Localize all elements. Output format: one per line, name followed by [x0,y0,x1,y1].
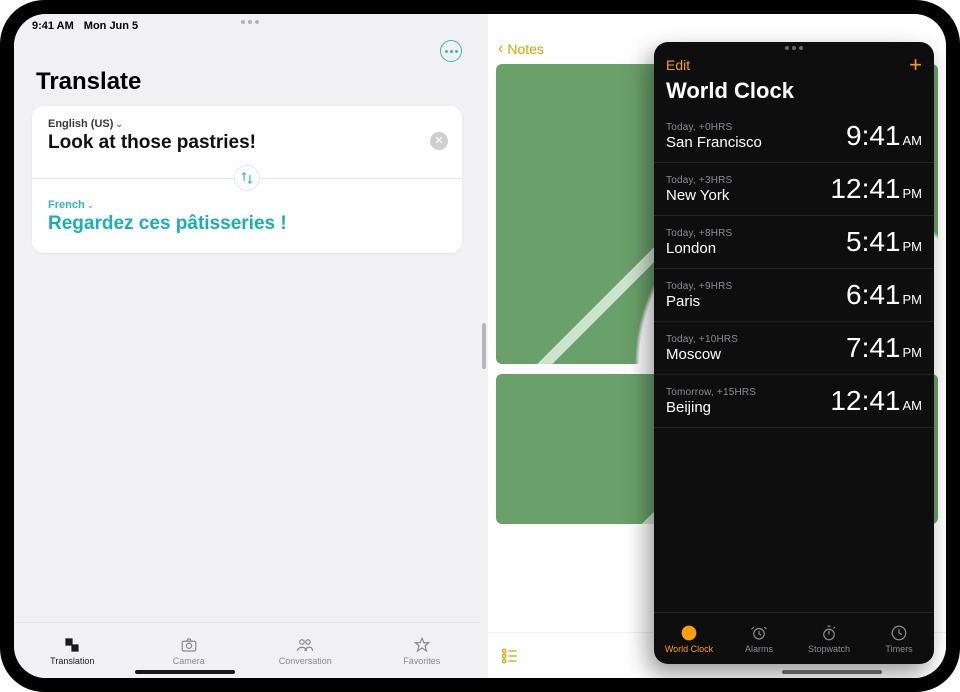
screen: 9:41 AM Mon Jun 5 100% Translate English… [14,14,946,678]
clock-ampm: PM [903,292,923,307]
page-title: Translate [14,62,480,106]
translation-card: English (US) ⌄ Look at those pastries! ✕… [32,106,462,253]
add-clock-button[interactable]: + [909,54,922,76]
clock-ampm: PM [903,345,923,360]
clock-offset: Today, +9HRS [666,281,732,292]
clock-offset: Tomorrow, +15HRS [666,387,756,398]
world-clock-row[interactable]: Today, +0HRSSan Francisco 9:41AM [654,110,934,163]
status-date: Mon Jun 5 [84,20,138,32]
clock-time: 5:41PM [846,226,922,258]
tab-conversation[interactable]: Conversation [247,623,364,678]
clock-ampm: AM [903,398,923,413]
multitask-handle-icon[interactable] [241,20,259,24]
star-icon [412,636,432,654]
people-icon [295,636,315,654]
close-icon: ✕ [434,136,443,147]
ipad-frame: 9:41 AM Mon Jun 5 100% Translate English… [0,0,960,692]
world-clock-row[interactable]: Today, +8HRSLondon 5:41PM [654,216,934,269]
alarm-icon [749,624,769,642]
clock-time: 9:41AM [846,120,922,152]
tab-translation[interactable]: Translation [14,623,131,678]
home-indicator[interactable] [135,670,235,674]
source-text[interactable]: Look at those pastries! [48,132,446,154]
clock-city: Moscow [666,346,738,363]
wifi-icon [852,17,866,27]
battery-pct: 100% [872,16,900,28]
world-clock-row[interactable]: Today, +10HRSMoscow 7:41PM [654,322,934,375]
right-pane: ‹ Notes Edit + Wo [488,14,946,678]
clock-city: New York [666,187,732,204]
target-lang-selector[interactable]: French ⌄ [48,199,446,211]
clock-time: 7:41PM [846,332,922,364]
globe-icon [679,624,699,642]
clock-city: Paris [666,293,732,310]
world-clock-row[interactable]: Tomorrow, +15HRSBeijing 12:41AM [654,375,934,428]
clock-time: 12:41AM [830,385,922,417]
translate-app: Translate English (US) ⌄ Look at those p… [14,14,480,678]
tab-stopwatch[interactable]: Stopwatch [794,613,864,664]
clock-offset: Today, +0HRS [666,122,762,133]
tab-alarms[interactable]: Alarms [724,613,794,664]
translated-text: Regardez ces pâtisseries ! [48,213,446,235]
clock-city: Beijing [666,399,756,416]
battery-icon [906,17,928,28]
status-time: 9:41 AM [32,20,74,32]
clock-time: 12:41PM [830,173,922,205]
status-bar-right: 100% [852,16,928,28]
world-clock-row[interactable]: Today, +3HRSNew York 12:41PM [654,163,934,216]
clock-offset: Today, +3HRS [666,175,732,186]
checklist-icon[interactable] [500,646,520,666]
timer-icon [889,624,909,642]
clock-city: London [666,240,732,257]
chevron-left-icon: ‹ [498,40,503,58]
ellipsis-icon [445,50,458,53]
tab-favorites[interactable]: Favorites [364,623,481,678]
camera-icon [179,636,199,654]
clock-app-slideover: Edit + World Clock Today, +0HRSSan Franc… [654,42,934,664]
world-clock-row[interactable]: Today, +9HRSParis 6:41PM [654,269,934,322]
chevron-down-icon: ⌄ [115,119,123,130]
clock-offset: Today, +10HRS [666,334,738,345]
clock-ampm: PM [903,239,923,254]
source-lang-selector[interactable]: English (US) ⌄ [48,118,446,130]
translate-icon [62,636,82,654]
status-bar: 9:41 AM Mon Jun 5 [14,14,946,36]
world-clock-list[interactable]: Today, +0HRSSan Francisco 9:41AM Today, +3… [654,110,934,612]
split-view-divider[interactable] [480,14,488,678]
chevron-down-icon: ⌄ [87,200,95,211]
clock-offset: Today, +8HRS [666,228,732,239]
clock-city: San Francisco [666,134,762,151]
stopwatch-icon [819,624,839,642]
card-divider [32,178,462,179]
tab-timers[interactable]: Timers [864,613,934,664]
drag-handle-icon [482,323,486,369]
clock-tabbar: World Clock Alarms Stopwatch Timers [654,612,934,664]
swap-icon [240,171,254,185]
clear-button[interactable]: ✕ [430,132,448,150]
translate-tabbar: Translation Camera Conversation Favorite… [14,622,480,678]
more-button[interactable] [440,40,462,62]
tab-world-clock[interactable]: World Clock [654,613,724,664]
home-indicator[interactable] [782,670,882,674]
clock-title: World Clock [654,76,934,110]
clock-ampm: PM [903,186,923,201]
clock-time: 6:41PM [846,279,922,311]
clock-ampm: AM [903,133,923,148]
edit-button[interactable]: Edit [666,57,690,73]
swap-languages-button[interactable] [234,165,260,191]
